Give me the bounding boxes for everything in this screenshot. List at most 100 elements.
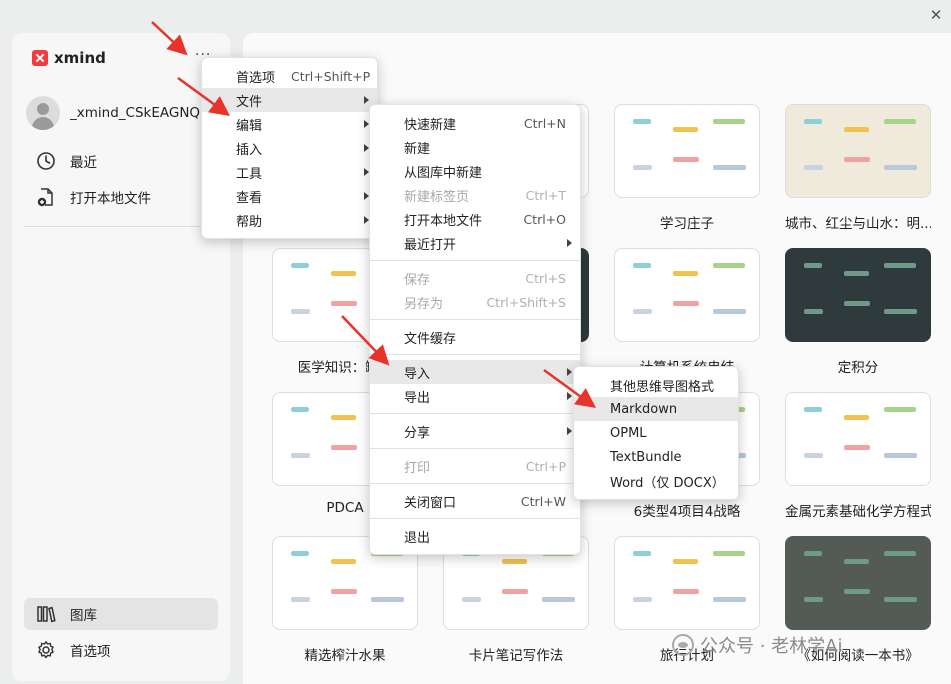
thumbnail-node <box>331 301 357 306</box>
template-thumbnail[interactable] <box>614 536 760 630</box>
app-logo: xmind <box>32 49 106 67</box>
sidebar-item-library[interactable]: 图库 <box>24 598 218 630</box>
menu-item-save-as[interactable]: 另存为 Ctrl+Shift+S <box>370 290 580 314</box>
thumbnail-node <box>502 559 527 564</box>
import-menu: 其他思维导图格式 Markdown OPML TextBundle Word（仅 DOC… <box>573 366 739 500</box>
shortcut: Ctrl+T <box>525 187 566 203</box>
submenu-arrow-icon <box>364 96 369 104</box>
menu-item-view[interactable]: 查看 <box>202 184 377 208</box>
account[interactable]: _xmind_CSkEAGNQhE <box>26 96 202 130</box>
menu-separator <box>370 448 580 449</box>
menu-item-edit[interactable]: 编辑 <box>202 112 377 136</box>
menu-item-recent-open[interactable]: 最近打开 <box>370 231 580 255</box>
shortcut: Ctrl+O <box>523 211 566 227</box>
template-card[interactable]: 学习庄子 <box>614 104 760 232</box>
menu-item-save[interactable]: 保存 Ctrl+S <box>370 266 580 290</box>
shortcut: Ctrl+Shift+P <box>291 68 371 84</box>
template-title: 6类型4项目4战略 <box>633 504 741 520</box>
menu-item-import[interactable]: 导入 <box>370 360 580 384</box>
sidebar: xmind ··· _xmind_CSkEAGNQhE 最近 打开本地文件 图库… <box>12 33 230 681</box>
menu-item-label: OPML <box>610 425 647 441</box>
sidebar-item-preferences[interactable]: 首选项 <box>24 634 218 666</box>
thumbnail-node <box>804 551 822 556</box>
menu-item-import-opml[interactable]: OPML <box>574 421 738 445</box>
menu-item-label: 帮助 <box>236 214 263 230</box>
menu-item-export[interactable]: 导出 <box>370 384 580 408</box>
template-card[interactable]: 城市、红尘与山水：明... <box>785 104 931 232</box>
menu-item-label: 打印 <box>404 460 431 476</box>
menu-item-new-from-library[interactable]: 从图库中新建 <box>370 159 580 183</box>
menu-item-print[interactable]: 打印 Ctrl+P <box>370 454 580 478</box>
thumbnail-node <box>713 597 746 602</box>
thumbnail-node <box>884 165 917 170</box>
menu-item-import-markdown[interactable]: Markdown <box>574 397 738 421</box>
thumbnail-node <box>804 597 823 602</box>
template-card[interactable]: 定积分 <box>785 248 931 376</box>
menu-item-open-local[interactable]: 打开本地文件 Ctrl+O <box>370 207 580 231</box>
avatar[interactable] <box>26 96 60 130</box>
thumbnail-node <box>542 597 575 602</box>
window-close-button[interactable]: ✕ <box>927 6 945 24</box>
menu-item-close-window[interactable]: 关闭窗口 Ctrl+W <box>370 489 580 513</box>
thumbnail-node <box>804 263 822 268</box>
thumbnail-node <box>633 119 651 124</box>
menu-item-help[interactable]: 帮助 <box>202 208 377 232</box>
menu-item-label: TextBundle <box>610 449 682 465</box>
menu-separator <box>370 518 580 519</box>
menu-item-label: 最近打开 <box>404 237 457 253</box>
menu-item-label: 退出 <box>404 530 431 546</box>
thumbnail-node <box>884 551 916 556</box>
template-thumbnail[interactable] <box>785 104 931 198</box>
menu-item-import-word-docx[interactable]: Word（仅 DOCX） <box>574 469 738 493</box>
thumbnail-node <box>844 157 870 162</box>
thumbnail-node <box>462 597 481 602</box>
menu-item-insert[interactable]: 插入 <box>202 136 377 160</box>
thumbnail-node <box>884 407 916 412</box>
thumbnail-node <box>633 551 651 556</box>
template-card[interactable]: 计算机系统串结 <box>614 248 760 376</box>
thumbnail-node <box>844 127 869 132</box>
template-thumbnail[interactable] <box>785 392 931 486</box>
library-icon <box>37 606 56 623</box>
template-thumbnail[interactable] <box>785 248 931 342</box>
thumbnail-node <box>331 445 357 450</box>
template-thumbnail[interactable] <box>614 248 760 342</box>
menu-separator <box>370 354 580 355</box>
sidebar-item-open-local[interactable]: 打开本地文件 <box>24 181 218 213</box>
thumbnail-node <box>673 271 698 276</box>
menu-item-label: 新建 <box>404 141 431 157</box>
menu-item-file[interactable]: 文件 <box>202 88 377 112</box>
sidebar-item-label: 打开本地文件 <box>70 191 151 207</box>
menu-item-quick-new[interactable]: 快速新建 Ctrl+N <box>370 111 580 135</box>
shortcut: Ctrl+P <box>525 458 566 474</box>
sidebar-item-recent[interactable]: 最近 <box>24 145 218 177</box>
template-thumbnail[interactable] <box>785 536 931 630</box>
menu-separator <box>370 319 580 320</box>
menu-item-import-textbundle[interactable]: TextBundle <box>574 445 738 469</box>
menu-item-preferences[interactable]: 首选项 Ctrl+Shift+P <box>202 64 377 88</box>
thumbnail-node <box>673 559 698 564</box>
template-card[interactable]: 卡片笔记写作法 <box>443 536 589 664</box>
thumbnail-node <box>844 415 869 420</box>
menu-item-quit[interactable]: 退出 <box>370 524 580 548</box>
menu-item-new[interactable]: 新建 <box>370 135 580 159</box>
submenu-arrow-icon <box>567 392 572 400</box>
thumbnail-node <box>673 589 699 594</box>
menu-item-tools[interactable]: 工具 <box>202 160 377 184</box>
thumbnail-node <box>291 597 310 602</box>
menu-item-new-tab[interactable]: 新建标签页 Ctrl+T <box>370 183 580 207</box>
template-title: 精选榨汁水果 <box>304 648 386 664</box>
shortcut: Ctrl+S <box>525 270 566 286</box>
menu-item-label: 查看 <box>236 190 263 206</box>
thumbnail-node <box>804 309 823 314</box>
template-card[interactable]: 精选榨汁水果 <box>272 536 418 664</box>
thumbnail-node <box>713 263 745 268</box>
menu-item-file-cache[interactable]: 文件缓存 <box>370 325 580 349</box>
menu-item-label: 工具 <box>236 166 263 182</box>
clock-icon <box>37 152 55 170</box>
template-thumbnail[interactable] <box>614 104 760 198</box>
menu-item-import-other-mindmap-formats[interactable]: 其他思维导图格式 <box>574 373 738 397</box>
template-card[interactable]: 金属元素基础化学方程式 <box>785 392 931 520</box>
menu-item-share[interactable]: 分享 <box>370 419 580 443</box>
thumbnail-node <box>633 597 652 602</box>
